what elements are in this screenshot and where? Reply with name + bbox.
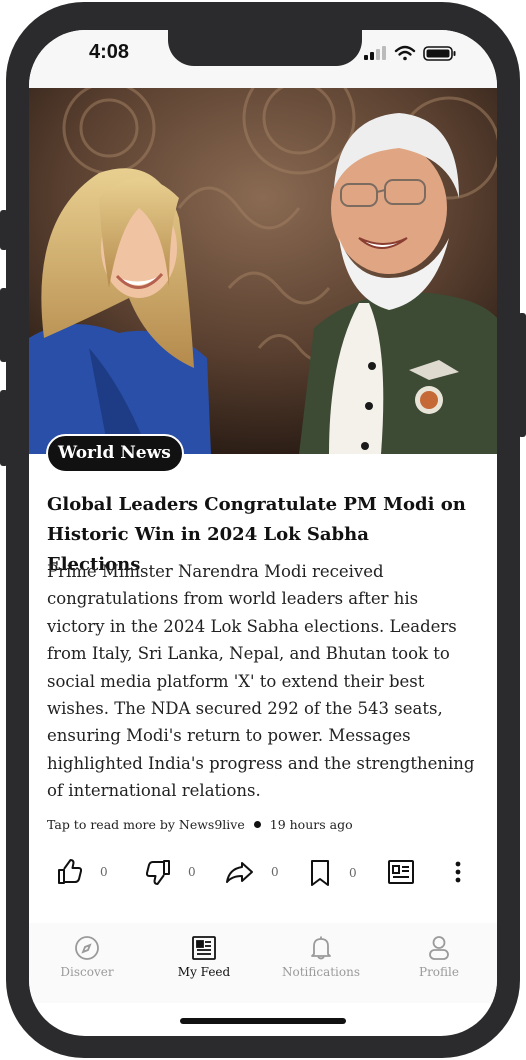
cellular-signal-icon [364,46,386,60]
article-time: 19 hours ago [269,817,353,832]
more-vertical-icon [455,861,461,883]
reader-icon [388,860,414,884]
share-icon [226,862,253,883]
dislike-count: 0 [188,865,196,879]
nav-my-feed-label: My Feed [177,965,231,979]
nav-notifications-label: Notifications [281,965,361,979]
mute-switch [0,210,8,250]
nav-profile-label: Profile [419,965,459,979]
thumbs-down-icon [145,860,170,885]
status-icons [362,43,462,67]
nav-discover[interactable]: Discover [32,935,142,979]
thumbs-up-icon [58,859,83,884]
person-icon [429,936,449,960]
nav-discover-label: Discover [60,965,114,979]
battery-icon [423,46,456,61]
status-bar: 4:08 [29,30,497,88]
article-summary[interactable]: Prime Minister Narendra Modi received co… [47,558,477,805]
bell-icon [311,936,331,960]
article-hero-image[interactable] [29,88,497,454]
like-count: 0 [100,865,108,879]
nav-notifications[interactable]: Notifications [266,935,376,979]
reader-mode-button[interactable] [387,858,415,886]
category-badge[interactable]: World News [46,434,184,473]
article-meta[interactable]: Tap to read more by News9live 19 hours a… [47,817,487,832]
action-bar: 0 0 0 0 [29,858,497,902]
notch [168,30,362,66]
source-link[interactable]: Tap to read more by News9live [47,817,245,832]
bookmark-count: 0 [349,866,357,880]
screen: 4:08 World News Global Leaders Congratul… [29,30,497,1036]
power-button [518,313,526,437]
home-indicator[interactable] [180,1018,346,1024]
wifi-icon [394,45,416,61]
bottom-navigation: Discover My Feed Notifications Profile [29,923,497,1003]
share-count: 0 [271,865,279,879]
status-time: 4:08 [89,41,130,63]
volume-up-button [0,288,8,362]
more-options-button[interactable] [449,858,467,886]
newspaper-icon [192,936,216,960]
dislike-button[interactable]: 0 [144,858,196,886]
like-button[interactable]: 0 [56,858,108,886]
bookmark-icon [311,860,329,886]
nav-profile[interactable]: Profile [384,935,494,979]
share-button[interactable]: 0 [225,858,279,886]
bookmark-button[interactable]: 0 [309,858,357,888]
volume-down-button [0,390,8,466]
nav-my-feed[interactable]: My Feed [149,935,259,979]
compass-icon [75,936,99,960]
separator-dot [253,821,261,828]
